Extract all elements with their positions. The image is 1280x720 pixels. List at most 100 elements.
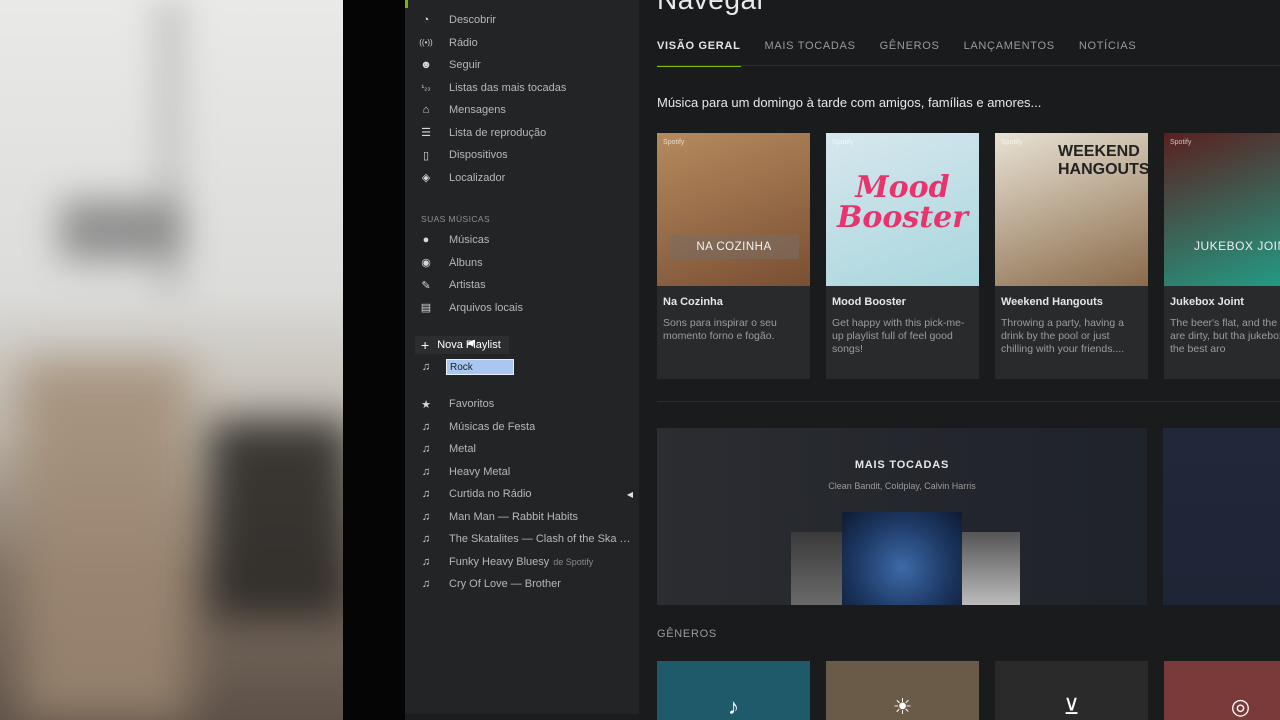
playlist-card[interactable]: Spotify Mood Booster Mood Booster Get happy… bbox=[826, 133, 979, 379]
sidebar-item[interactable]: ♫ The Skatalites — Clash of the Ska Ti... bbox=[405, 528, 639, 550]
page-title: Navegar bbox=[657, 0, 766, 16]
genre-tile[interactable]: ⊻ bbox=[995, 661, 1148, 720]
local-files-icon: ▤ bbox=[420, 302, 432, 314]
devices-icon: ▯ bbox=[422, 149, 430, 162]
new-playlist-button[interactable]: + Nova Playlist bbox=[415, 336, 509, 354]
note-icon: ♫ bbox=[421, 443, 431, 455]
sidebar-item-label: Favoritos bbox=[449, 398, 495, 410]
note-icon: ♫ bbox=[421, 361, 431, 373]
sidebar-item-label: Descobrir bbox=[449, 14, 497, 26]
sidebar-item-label: Dispositivos bbox=[449, 149, 508, 161]
main-content: Navegar VISÃO GERAL MAIS TOCADAS GÊNEROS LA… bbox=[639, 0, 1280, 720]
charts-icon: ¹₂₃ bbox=[421, 83, 431, 92]
sidebar-item-label: The Skatalites — Clash of the Ska Ti... bbox=[449, 533, 634, 545]
note-icon: ♫ bbox=[421, 420, 431, 433]
tab-4[interactable]: NOTÍCIAS bbox=[1079, 40, 1137, 66]
tab-1[interactable]: MAIS TOCADAS bbox=[765, 40, 856, 66]
playlist-card[interactable]: Spotify WEEKEND HANGOUTS Weekend Hangouts T… bbox=[995, 133, 1148, 379]
sun-icon: ☀ bbox=[892, 694, 913, 719]
inbox-icon: ⌂ bbox=[422, 104, 430, 116]
star-icon: ★ bbox=[421, 398, 431, 411]
sidebar-item[interactable]: ▤ Arquivos locais bbox=[405, 297, 639, 319]
active-indicator bbox=[405, 0, 408, 8]
sidebar-item[interactable]: ♫ Man Man — Rabbit Habits bbox=[405, 506, 639, 528]
feature-subtitle: Clean Bandit, Coldplay, Calvin Harris bbox=[828, 481, 976, 491]
tab-0[interactable]: VISÃO GERAL bbox=[657, 40, 741, 67]
feature-title: MAIS TOCADAS bbox=[854, 459, 950, 471]
albums-icon: ◉ bbox=[421, 257, 431, 269]
sidebar-item-label: Heavy Metal bbox=[449, 465, 511, 478]
note-icon: ♫ bbox=[421, 555, 431, 568]
playlist-card-title[interactable]: Mood Booster bbox=[832, 296, 906, 308]
spotify-logo: Spotify bbox=[1001, 139, 1023, 146]
note-icon: ♫ bbox=[421, 465, 431, 478]
sidebar-item[interactable]: ★ Favoritos bbox=[405, 393, 639, 415]
sidebar-item[interactable]: ¹₂₃ Listas das mais tocadas bbox=[405, 77, 639, 99]
your-music-heading: SUAS MÚSICAS bbox=[421, 214, 491, 224]
sidebar-item[interactable]: ▯ Dispositivos bbox=[405, 144, 639, 166]
note-icon: ♫ bbox=[421, 488, 431, 500]
playlist-card-description: Throwing a party, having a drink by the … bbox=[1001, 317, 1125, 355]
sidebar-item[interactable]: ☰ Lista de reprodução bbox=[405, 122, 639, 144]
playlist-card-description: The beer's flat, and the floors are dirt… bbox=[1170, 317, 1280, 355]
rename-playlist-row: ♫ bbox=[405, 356, 639, 378]
artist-photo-right bbox=[962, 532, 1020, 605]
cover-title: NA COZINHA bbox=[669, 235, 799, 259]
sidebar-item[interactable]: ☻ Seguir bbox=[405, 54, 639, 76]
sidebar-item[interactable]: ◔ Descobrir bbox=[405, 9, 639, 31]
sidebar-item[interactable]: ♫ Heavy Metal bbox=[405, 461, 639, 483]
sidebar-item[interactable]: ◈ Localizador bbox=[405, 167, 639, 189]
tab-bar: VISÃO GERAL MAIS TOCADAS GÊNEROS LANÇAMENTO… bbox=[657, 40, 1160, 67]
monitor-bezel bbox=[343, 0, 405, 720]
follow-icon: ☻ bbox=[420, 59, 432, 71]
cube-icon: ◈ bbox=[421, 172, 431, 184]
cover-title: JUKEBOX JOIN bbox=[1194, 239, 1280, 253]
sidebar-item[interactable]: ⌂ Mensagens bbox=[405, 99, 639, 121]
sidebar-item-label: Cry Of Love — Brother bbox=[449, 578, 561, 590]
drinks-icon: ⊻ bbox=[1063, 694, 1080, 719]
songs-icon: ● bbox=[422, 234, 430, 246]
playlist-owner: de Spotify bbox=[553, 556, 594, 567]
sidebar-item[interactable]: ♫ Metal bbox=[405, 438, 639, 460]
playlist-name-input[interactable] bbox=[446, 359, 514, 375]
guitar-icon: ♪ bbox=[728, 694, 739, 719]
playlist-cover: Spotify JUKEBOX JOIN bbox=[1164, 133, 1280, 286]
top-tracks-feature[interactable]: MAIS TOCADAS Clean Bandit, Coldplay, Cal… bbox=[657, 428, 1147, 605]
sidebar-item[interactable]: ● Músicas bbox=[405, 229, 639, 251]
playlist-card-title[interactable]: Jukebox Joint bbox=[1170, 296, 1244, 308]
genre-tile[interactable]: ◎ bbox=[1164, 661, 1280, 720]
playlist-card[interactable]: Spotify NA COZINHA Na Cozinha Sons para ins… bbox=[657, 133, 810, 379]
sidebar-item-label: Artistas bbox=[449, 279, 486, 291]
playlist-card-description: Get happy with this pick-me-up playlist … bbox=[832, 317, 965, 355]
sidebar-item-label: Músicas de Festa bbox=[449, 420, 536, 433]
sidebar-item[interactable]: ✎ Artistas bbox=[405, 274, 639, 296]
tab-2[interactable]: GÊNEROS bbox=[880, 40, 940, 66]
sidebar-item-label: Metal bbox=[449, 443, 476, 455]
genre-tile[interactable]: ♪ bbox=[657, 661, 810, 720]
sidebar-item[interactable]: ♫ Cry Of Love — Brother bbox=[405, 573, 639, 595]
sidebar-item[interactable]: ♫ Curtida no Rádio ◀ bbox=[405, 483, 639, 505]
cover-title: WEEKEND HANGOUTS bbox=[1058, 143, 1148, 178]
speaker-icon: ◀ bbox=[626, 489, 633, 499]
playlist-card-description: Sons para inspirar o seu momento forno e… bbox=[663, 317, 777, 342]
sidebar-item-label: Seguir bbox=[449, 59, 481, 71]
playlist-card-title[interactable]: Na Cozinha bbox=[663, 296, 723, 308]
background-photo bbox=[0, 0, 343, 720]
sidebar-item[interactable]: ♫ Funky Heavy Bluesy de Spotify bbox=[405, 551, 639, 573]
section-headline: Música para um domingo à tarde com amigo… bbox=[657, 95, 1042, 110]
playlist-card[interactable]: Spotify JUKEBOX JOIN Jukebox Joint The beer… bbox=[1164, 133, 1280, 379]
sidebar-item-label: Lista de reprodução bbox=[449, 126, 547, 139]
feature-next[interactable] bbox=[1163, 428, 1280, 605]
sidebar-item[interactable]: ♫ Músicas de Festa bbox=[405, 416, 639, 438]
sidebar-item-label: Músicas bbox=[449, 234, 490, 246]
sidebar-item[interactable]: ((•)) Rádio bbox=[405, 32, 639, 54]
sidebar-item-label: Rádio bbox=[449, 36, 478, 49]
compass-icon: ◔ bbox=[422, 14, 430, 26]
queue-icon: ☰ bbox=[421, 127, 431, 139]
sidebar-item-label: Man Man — Rabbit Habits bbox=[449, 510, 578, 523]
genre-tile[interactable]: ☀ bbox=[826, 661, 979, 720]
sidebar-item[interactable]: ◉ Álbuns bbox=[405, 252, 639, 274]
tab-3[interactable]: LANÇAMENTOS bbox=[964, 40, 1055, 66]
sidebar-item-label: Funky Heavy Bluesy bbox=[449, 555, 550, 568]
playlist-card-title[interactable]: Weekend Hangouts bbox=[1001, 296, 1103, 308]
